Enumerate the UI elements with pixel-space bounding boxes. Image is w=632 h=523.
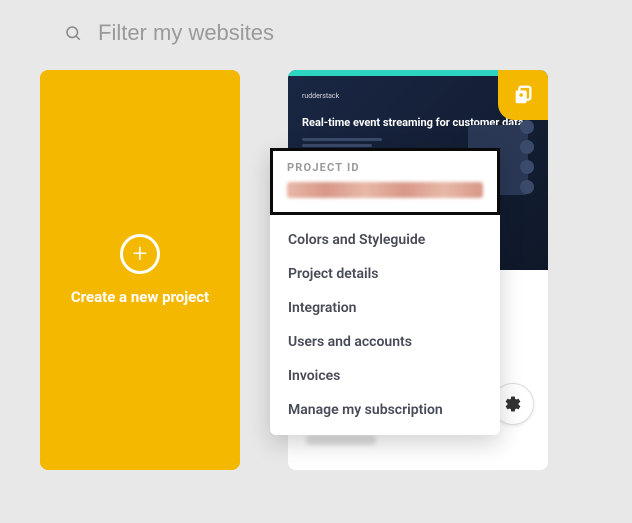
dropdown-item-integration[interactable]: Integration <box>270 291 500 325</box>
dropdown-item-subscription[interactable]: Manage my subscription <box>270 393 500 427</box>
plus-icon: + <box>120 234 160 274</box>
filter-websites-input[interactable] <box>98 20 398 46</box>
dropdown-item-colors[interactable]: Colors and Styleguide <box>270 223 500 257</box>
copy-badge[interactable] <box>498 70 548 120</box>
copy-icon <box>512 84 534 106</box>
create-project-label: Create a new project <box>71 288 209 306</box>
dropdown-item-invoices[interactable]: Invoices <box>270 359 500 393</box>
project-dropdown: PROJECT ID Colors and Styleguide Project… <box>270 148 500 435</box>
gear-icon <box>504 395 522 413</box>
dropdown-item-users[interactable]: Users and accounts <box>270 325 500 359</box>
project-id-label: PROJECT ID <box>287 161 483 174</box>
project-id-value[interactable] <box>287 182 483 198</box>
search-icon <box>64 24 82 42</box>
dropdown-list: Colors and Styleguide Project details In… <box>270 215 500 427</box>
project-id-box: PROJECT ID <box>270 148 500 215</box>
create-project-card[interactable]: + Create a new project <box>40 70 240 470</box>
dropdown-item-details[interactable]: Project details <box>270 257 500 291</box>
